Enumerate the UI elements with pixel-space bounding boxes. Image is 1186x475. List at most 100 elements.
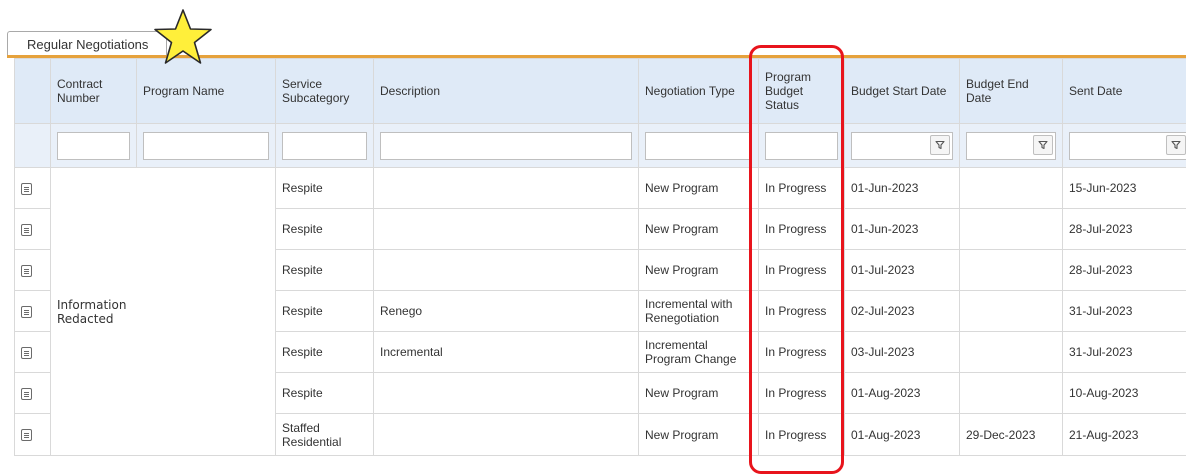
filter-input-service-subcategory[interactable] (282, 131, 367, 160)
filter-icon[interactable] (930, 134, 950, 155)
cell-sent-date: 15-Jun-2023 (1062, 167, 1186, 209)
cell-program-budget-status: In Progress (758, 249, 845, 291)
negotiations-table: Contract Number Program Name Service Subca… (14, 58, 1186, 456)
row-detail-cell (14, 208, 51, 250)
row-detail-cell (14, 167, 51, 209)
column-header-budget-end-date[interactable]: Budget End Date (959, 58, 1063, 124)
cell-description (373, 249, 639, 291)
cell-sent-date: 31-Jul-2023 (1062, 331, 1186, 373)
cell-negotiation-type: Incremental Program Change (638, 331, 759, 373)
column-header-icon (14, 58, 51, 124)
row-detail-icon[interactable] (21, 182, 32, 195)
column-header-program-name[interactable]: Program Name (136, 58, 276, 124)
cell-description: Renego (373, 290, 639, 332)
filter-input-program-name[interactable] (143, 131, 269, 160)
cell-sent-date: 10-Aug-2023 (1062, 372, 1186, 414)
filter-cell-budget-end-date (959, 123, 1063, 168)
cell-service-subcategory: Respite (275, 167, 374, 209)
star-icon (154, 9, 212, 64)
filter-cell-negotiation-type (638, 123, 759, 168)
filter-cell-service-subcategory (275, 123, 374, 168)
column-header-description[interactable]: Description (373, 58, 639, 124)
cell-program-budget-status: In Progress (758, 331, 845, 373)
cell-budget-end-date: 29-Dec-2023 (959, 413, 1063, 456)
row-detail-cell (14, 331, 51, 373)
cell-budget-end-date (959, 249, 1063, 291)
cell-sent-date: 28-Jul-2023 (1062, 208, 1186, 250)
filter-input-negotiation-type[interactable] (645, 131, 752, 160)
filter-box (765, 131, 838, 160)
filter-box (282, 131, 367, 160)
row-detail-icon[interactable] (21, 387, 32, 400)
filter-icon[interactable] (1033, 134, 1053, 155)
column-header-service-subcategory[interactable]: Service Subcategory (275, 58, 374, 124)
cell-service-subcategory: Respite (275, 331, 374, 373)
row-detail-cell (14, 372, 51, 414)
cell-negotiation-type: New Program (638, 372, 759, 414)
column-header-program-budget-status[interactable]: Program Budget Status (758, 58, 845, 124)
filter-box (380, 131, 632, 160)
cell-program-budget-status: In Progress (758, 372, 845, 414)
column-header-sent-date[interactable]: Sent Date (1062, 58, 1186, 124)
filter-box (1069, 131, 1186, 160)
column-header-budget-start-date[interactable]: Budget Start Date (844, 58, 960, 124)
cell-description (373, 413, 639, 456)
cell-negotiation-type: New Program (638, 249, 759, 291)
tab-regular-negotiations[interactable]: Regular Negotiations (7, 31, 167, 55)
cell-budget-start-date: 01-Jul-2023 (844, 249, 960, 291)
filter-cell-description (373, 123, 639, 168)
filter-box (57, 131, 130, 160)
row-detail-cell (14, 413, 51, 456)
cell-budget-end-date (959, 208, 1063, 250)
filter-input-description[interactable] (380, 131, 632, 160)
filter-cell-icon (14, 123, 51, 168)
cell-negotiation-type: Incremental with Renegotiation (638, 290, 759, 332)
filter-box (966, 131, 1056, 160)
filter-cell-contract-number (50, 123, 137, 168)
column-header-contract-number[interactable]: Contract Number (50, 58, 137, 124)
filter-input-contract-number[interactable] (57, 131, 130, 160)
row-detail-icon[interactable] (21, 305, 32, 318)
filter-cell-budget-start-date (844, 123, 960, 168)
cell-budget-start-date: 02-Jul-2023 (844, 290, 960, 332)
filter-row (14, 123, 1186, 168)
cell-budget-start-date: 01-Jun-2023 (844, 167, 960, 209)
cell-budget-start-date: 01-Aug-2023 (844, 413, 960, 456)
cell-negotiation-type: New Program (638, 167, 759, 209)
filter-cell-sent-date (1062, 123, 1186, 168)
filter-cell-program-budget-status (758, 123, 845, 168)
cell-budget-start-date: 01-Jun-2023 (844, 208, 960, 250)
cell-service-subcategory: Staffed Residential (275, 413, 374, 456)
filter-box (645, 131, 752, 160)
cell-sent-date: 28-Jul-2023 (1062, 249, 1186, 291)
cell-budget-start-date: 01-Aug-2023 (844, 372, 960, 414)
cell-budget-end-date (959, 167, 1063, 209)
filter-box (143, 131, 269, 160)
cell-negotiation-type: New Program (638, 413, 759, 456)
cell-service-subcategory: Respite (275, 208, 374, 250)
cell-description: Incremental (373, 331, 639, 373)
filter-cell-program-name (136, 123, 276, 168)
table-row[interactable]: Information Redacted Respite New Program In… (14, 167, 1186, 456)
tab-label: Regular Negotiations (27, 37, 149, 52)
cell-budget-end-date (959, 372, 1063, 414)
cell-budget-end-date (959, 290, 1063, 332)
table-body: Information Redacted Respite New Program In… (14, 167, 1186, 456)
row-detail-icon[interactable] (21, 346, 32, 359)
row-detail-cell (14, 249, 51, 291)
cell-program-budget-status: In Progress (758, 208, 845, 250)
cell-budget-end-date (959, 331, 1063, 373)
cell-service-subcategory: Respite (275, 372, 374, 414)
cell-program-budget-status: In Progress (758, 290, 845, 332)
row-detail-icon[interactable] (21, 264, 32, 277)
filter-input-program-budget-status[interactable] (765, 131, 838, 160)
cell-description (373, 208, 639, 250)
row-detail-icon[interactable] (21, 223, 32, 236)
cell-budget-start-date: 03-Jul-2023 (844, 331, 960, 373)
filter-icon[interactable] (1166, 134, 1186, 155)
redacted-text: Information Redacted (57, 297, 127, 326)
column-header-negotiation-type[interactable]: Negotiation Type (638, 58, 759, 124)
row-detail-icon[interactable] (21, 429, 32, 442)
cell-program-budget-status: In Progress (758, 167, 845, 209)
header-row: Contract Number Program Name Service Subca… (14, 58, 1186, 124)
